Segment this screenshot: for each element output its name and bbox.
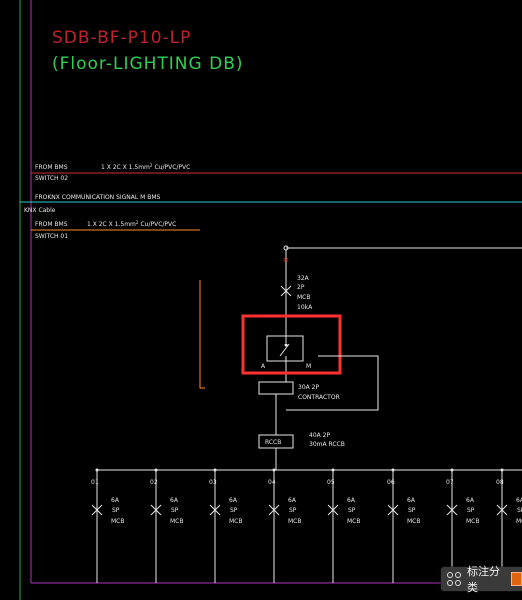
contactor-terminal-a: A (261, 363, 266, 370)
circuit-type: MCB (347, 518, 360, 525)
main-breaker-poles: 2P (297, 284, 305, 291)
control-wire (199, 280, 205, 389)
contactor-rating: 30A 2P (298, 384, 319, 391)
circuit-rating: 6A (170, 497, 179, 504)
grid-icon[interactable] (447, 572, 461, 586)
circuit-type: MCB (407, 518, 420, 525)
circuit-type: MCB (111, 518, 124, 525)
cable-spec-label: 1 X 2C X 1.5mm2 Cu/PVC/PVC (101, 163, 190, 171)
annotation-toolbar[interactable]: 标注分类 (441, 565, 522, 594)
circuit-rating: 6A (466, 497, 475, 504)
main-breaker-kA: 10kA (297, 304, 313, 311)
knx-signal-label: FROKNX COMMUNICATION SIGNAL M BMS (35, 194, 161, 201)
rccb-device: RCCB 40A 2P 30mA RCCB (258, 432, 345, 449)
knx-signal-group: FROKNX COMMUNICATION SIGNAL M BMS KNX Ca… (20, 194, 522, 214)
circuit-poles: SP (348, 507, 356, 514)
toolbar-label[interactable]: 标注分类 (467, 563, 505, 595)
circuit-id-label: 01 (91, 479, 99, 486)
circuit-05[interactable]: 05 6A SP MCB (327, 468, 360, 584)
circuit-type: MCB (466, 518, 479, 525)
toolbar-toggle-button[interactable] (511, 572, 522, 586)
circuit-rating: 6A (111, 497, 120, 504)
circuit-02[interactable]: 02 6A SP MCB (150, 468, 183, 584)
circuit-rating: 6A (229, 497, 238, 504)
circuit-poles: SP (171, 507, 179, 514)
circuit-type: MCB (516, 518, 522, 525)
circuit-id-label: 02 (150, 479, 158, 486)
circuit-03[interactable]: 03 6A SP MCB (209, 468, 242, 584)
circuit-id-label: 07 (446, 479, 454, 486)
circuit-poles: SP (517, 507, 522, 514)
circuit-rating: 6A (407, 497, 416, 504)
circuit-poles: SP (467, 507, 475, 514)
circuit-id-label: 03 (209, 479, 217, 486)
circuit-poles: SP (408, 507, 416, 514)
rccb-rating: 40A 2P (309, 432, 330, 439)
circuit-04[interactable]: 04 6A SP MCB (268, 468, 301, 584)
circuit-rating: 6A (516, 497, 522, 504)
schematic-canvas[interactable]: SDB-BF-P10-LP (Floor-LIGHTING DB) FROM B… (0, 0, 522, 600)
circuit-id-label: 04 (268, 479, 276, 486)
phase-marker: ⊗ (283, 256, 289, 264)
circuit-poles: SP (230, 507, 238, 514)
switch-label: SWITCH 02 (35, 175, 68, 182)
cable-from-label: FROM BMS (35, 164, 68, 171)
circuit-type: MCB (288, 518, 301, 525)
circuit-id-label: 06 (387, 479, 395, 486)
contactor-terminal-m: M (306, 363, 311, 370)
main-breaker-type: MCB (297, 294, 310, 301)
cable-bms-switch02: FROM BMS 1 X 2C X 1.5mm2 Cu/PVC/PVC SWITC… (31, 163, 522, 182)
board-title: SDB-BF-P10-LP (52, 28, 191, 48)
circuit-rating: 6A (347, 497, 356, 504)
circuit-poles: SP (112, 507, 120, 514)
circuit-type: MCB (170, 518, 183, 525)
control-loop-wire (286, 355, 379, 411)
cable-from-label: FROM BMS (35, 221, 68, 228)
circuit-id-label: 05 (327, 479, 335, 486)
switch-label: SWITCH 01 (35, 233, 68, 240)
circuit-01[interactable]: 01 6A SP MCB (91, 468, 124, 584)
contactor-coil: 30A 2P CONTRACTOR (258, 381, 340, 401)
selection-highlight[interactable] (241, 314, 342, 375)
rccb-spec: 30mA RCCB (309, 441, 345, 448)
cable-spec-label: 1 X 2C X 1.5mm2 Cu/PVC/PVC (87, 220, 176, 228)
circuit-poles: SP (289, 507, 297, 514)
circuit-id-label: 08 (496, 479, 504, 486)
outgoing-circuits: 01 6A SP MCB 02 6A SP MCB 03 6A SP MCB 04 6A SP MCB 05 6A… (91, 468, 522, 584)
contactor-name: CONTRACTOR (298, 394, 340, 401)
circuit-rating: 6A (288, 497, 297, 504)
circuit-06[interactable]: 06 6A SP MCB (387, 468, 420, 584)
cable-bms-switch01: FROM BMS 1 X 2C X 1.5mm2 Cu/PVC/PVC SWITC… (31, 220, 200, 240)
board-subtitle: (Floor-LIGHTING DB) (52, 54, 244, 74)
main-breaker-rating: 32A (297, 275, 310, 282)
knx-cable-label: KNX Cable (24, 207, 56, 214)
circuit-type: MCB (229, 518, 242, 525)
rccb-box-label: RCCB (265, 439, 281, 446)
